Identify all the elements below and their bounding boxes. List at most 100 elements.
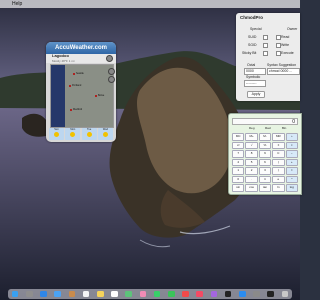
symbolic-value: --------- [246,81,257,85]
notes-icon[interactable] [97,290,104,297]
calculator-key[interactable]: − [285,150,298,158]
owner-header: Owner [287,27,298,31]
reminders-icon[interactable] [111,290,118,297]
messages-icon[interactable] [153,290,161,297]
appstore-icon[interactable] [239,290,246,297]
refresh-icon[interactable] [106,55,113,62]
syntax-suggestion-label: Syntax Suggestion [267,63,297,67]
calculator-key[interactable]: MR [272,133,285,141]
city-label: Portland [72,84,82,87]
sun-icon [70,132,76,137]
zoom-out-icon[interactable] [108,76,115,83]
safari-icon[interactable] [40,290,47,297]
calculator-key[interactable]: + [285,158,298,166]
octal-field[interactable]: 0000 [244,68,266,75]
calculator-key[interactable]: tan [258,184,272,192]
city-label: Seattle [76,72,84,75]
symbolic-field[interactable]: --------- [244,80,266,87]
calculator-key[interactable]: C [272,150,285,158]
music-icon[interactable] [196,290,203,297]
calculator-key[interactable]: 5 [245,158,258,166]
calculator-key[interactable]: cos [245,184,258,192]
mode-deg[interactable]: Deg [249,126,255,130]
calculator-key[interactable]: ± [272,141,285,149]
forecast-day[interactable]: Mon [65,128,81,140]
calculator-key[interactable]: 1 [232,167,245,175]
suid-checkbox[interactable] [263,35,268,40]
sgid-label: SGID [248,43,257,47]
calculator-key[interactable]: e [272,175,285,183]
calculator-key[interactable]: ln [272,184,285,192]
city-marker [70,109,72,111]
maps-icon[interactable] [125,290,132,297]
calculator-key[interactable]: ) [272,167,285,175]
forecast-day-label: Mon [70,128,76,131]
calculator-key[interactable]: 7 [232,150,245,158]
calculator-display: 0 [232,118,298,125]
calculator-key[interactable]: M+ [245,133,258,141]
calculator-key[interactable]: √ [245,141,258,149]
calculator-key[interactable]: 6 [258,158,272,166]
calculator-key[interactable]: 0 [232,175,245,183]
calculator-key[interactable]: sin [232,184,245,192]
calendar-icon[interactable] [82,290,90,297]
forecast-strip: Sun Mon Tue Wed [49,128,113,140]
syntax-suggestion-value: chmod 0000 ... [269,69,293,73]
terminal-icon[interactable] [267,290,274,297]
calculator-key[interactable]: = [285,167,298,175]
mode-bin[interactable]: Bin [282,126,286,130]
calculator-key[interactable]: x² [232,141,245,149]
calculator-key[interactable]: ( [272,158,285,166]
dock [8,289,292,299]
calculator-key[interactable]: ^ [285,175,298,183]
calculator-keypad: MC M+ M- MR ÷ x² √% ± × 7 8 9 C − 4 5 6(+1 2 3) = 0. π e ^ sin co… [232,133,298,192]
city-label: Boise [98,94,105,97]
sun-icon [102,132,108,137]
tv-icon[interactable] [224,290,232,297]
mode-rad[interactable]: Rad [265,126,271,130]
finder-icon[interactable] [11,290,19,297]
calculator-key[interactable]: × [285,141,298,149]
forecast-day-label: Wed [102,128,109,131]
read-label: Read [281,35,290,39]
accuweather-widget: AccuWeather.com Lagodoo Mostly 48°F 1 mi… [46,42,116,142]
contacts-icon[interactable] [68,290,76,297]
menu-bar: Help [0,0,300,8]
forecast-day[interactable]: Tue [81,128,97,140]
calculator-key[interactable]: . [245,175,258,183]
sgid-checkbox[interactable] [263,43,268,48]
mail-icon[interactable] [54,290,61,297]
launchpad-icon[interactable] [26,290,33,297]
execute-label: Execute [281,51,294,55]
zoom-in-icon[interactable] [108,68,115,75]
calculator-key[interactable]: π [258,175,272,183]
chmodpro-window: ChmodPro Special Owner SUID Read SGID Wr… [236,13,300,101]
calculator-key[interactable]: 9 [258,150,272,158]
calculator-key[interactable]: MC [232,133,245,141]
sun-icon [86,132,92,137]
special-header: Special [250,27,262,31]
apply-button[interactable]: Apply [247,91,265,98]
trash-icon[interactable] [281,290,289,297]
photos-icon[interactable] [139,290,147,297]
menu-help[interactable]: Help [12,0,22,8]
calculator-key[interactable]: 3 [258,167,272,175]
sticky-bit-checkbox[interactable] [263,51,268,56]
calculator-key[interactable]: M- [258,133,272,141]
calculator-key[interactable]: 4 [232,158,245,166]
news-icon[interactable] [182,290,189,297]
syntax-suggestion-field[interactable]: chmod 0000 ... [267,68,300,75]
sticky-bit-label: Sticky Bit [242,51,257,55]
calculator-key[interactable]: 8 [245,150,258,158]
forecast-day-label: Tue [87,128,92,131]
facetime-icon[interactable] [168,290,175,297]
preferences-icon[interactable] [253,290,260,297]
calculator-key[interactable]: ÷ [285,133,298,141]
forecast-day[interactable]: Sun [49,128,64,140]
forecast-day[interactable]: Wed [97,128,113,140]
podcasts-icon[interactable] [210,290,218,297]
calculator-key[interactable]: 2 [245,167,258,175]
calculator-key[interactable]: log [285,184,298,192]
calculator-key[interactable]: % [258,141,272,149]
weather-radar-map[interactable]: Seattle Portland Boise Medford [50,64,114,128]
